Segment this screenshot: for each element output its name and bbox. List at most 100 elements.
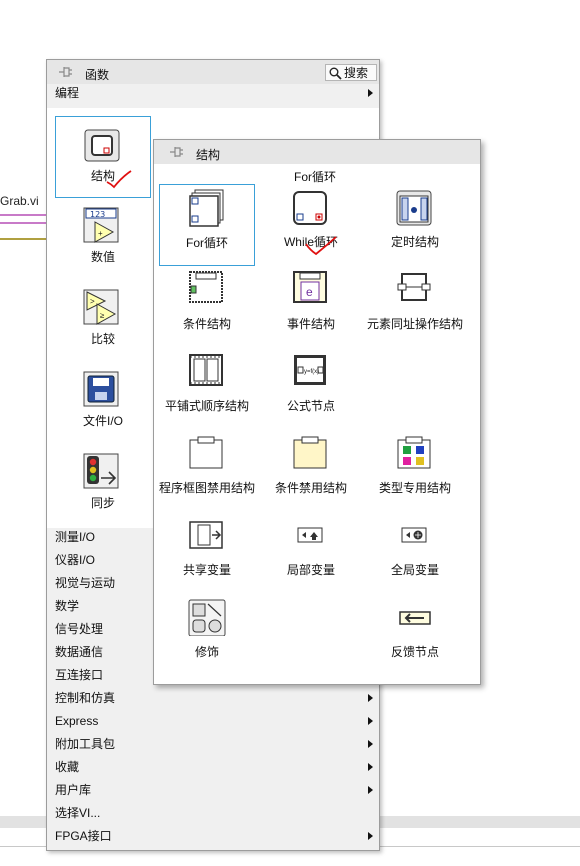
feedback-node-icon [399, 611, 431, 625]
category-label: 视觉与运动 [55, 576, 116, 590]
submenu-arrow-icon [368, 832, 373, 840]
item-label: For循环 [185, 236, 228, 250]
palette-item-synchronization[interactable]: 同步 [55, 444, 151, 526]
item-label: 定时结构 [390, 235, 439, 249]
item-label: 类型专用结构 [378, 481, 451, 495]
for-loop-icon [189, 189, 224, 227]
palette-item-numeric[interactable]: 123 + 数值 [55, 198, 151, 280]
item-label: 共享变量 [182, 563, 231, 577]
svg-text:+: + [98, 229, 103, 238]
event-structure-icon: e [293, 271, 327, 303]
category-label: 测量I/O [55, 530, 96, 544]
item-label: 平铺式顺序结构 [164, 399, 249, 413]
svg-text:>: > [90, 297, 95, 306]
item-label: 条件禁用结构 [274, 481, 347, 495]
wire [0, 222, 46, 224]
category-label: 仪器I/O [55, 553, 96, 567]
pin-icon[interactable] [57, 65, 73, 79]
category-label: 信号处理 [55, 622, 104, 636]
submenu-arrow-icon [368, 89, 373, 97]
structures-subpalette: 结构 For循环 For循环 While循环 定时结构 条件结构 e 事件结构 … [153, 139, 481, 685]
submenu-arrow-icon [368, 717, 373, 725]
comparison-icon: > ≥ [83, 289, 119, 325]
palette-item-label: 结构 [90, 169, 115, 183]
category-label: 收藏 [55, 760, 80, 774]
while-loop-icon [293, 191, 327, 225]
search-label: 搜索 [344, 66, 369, 80]
wire [0, 238, 46, 240]
vi-label: Grab.vi [0, 194, 39, 208]
palette-item-file-io[interactable]: 文件I/O [55, 362, 151, 444]
item-label: 条件结构 [182, 317, 231, 331]
submenu-arrow-icon [368, 763, 373, 771]
category-label: FPGA接口 [55, 829, 112, 843]
local-variable-icon [297, 527, 323, 543]
red-check-annotation [106, 170, 132, 189]
category-label: 数学 [55, 599, 80, 613]
category-item[interactable]: FPGA接口 [47, 825, 379, 847]
pin-icon[interactable] [168, 145, 184, 159]
timed-structure-icon [396, 190, 432, 226]
item-for-loop[interactable]: For循环 [159, 184, 255, 266]
palette-item-structures[interactable]: 结构 [55, 116, 151, 198]
category-label: 编程 [55, 86, 80, 100]
category-item[interactable]: 附加工具包 [47, 733, 379, 755]
category-label: 用户库 [55, 783, 92, 797]
svg-text:e: e [306, 285, 313, 299]
wire [0, 214, 46, 216]
subpalette-title: 结构 [196, 148, 221, 162]
svg-text:y=f(x): y=f(x) [304, 369, 319, 375]
item-label: 程序框图禁用结构 [158, 481, 255, 495]
type-specialization-icon [397, 436, 431, 469]
palette-item-label: 同步 [90, 496, 115, 510]
palette-title: 函数 [85, 68, 110, 82]
category-label: 控制和仿真 [55, 691, 116, 705]
palette-item-label: 文件I/O [82, 414, 123, 428]
conditional-disable-icon [293, 436, 327, 469]
svg-text:123: 123 [90, 210, 105, 219]
category-item[interactable]: 收藏 [47, 756, 379, 778]
in-place-element-icon [397, 273, 431, 301]
formula-node-icon: y=f(x) [294, 355, 326, 385]
category-label: 互连接口 [55, 668, 104, 682]
file-io-icon [83, 371, 119, 407]
decorations-icon [188, 599, 226, 636]
structures-icon [84, 129, 120, 162]
category-label: 数据通信 [55, 645, 104, 659]
tooltip: For循环 [294, 170, 337, 184]
palette-item-label: 数值 [90, 250, 115, 264]
palette-item-comparison[interactable]: > ≥ 比较 [55, 280, 151, 362]
item-label: 局部变量 [286, 563, 335, 577]
svg-text:≥: ≥ [100, 311, 105, 320]
shared-variable-icon [189, 521, 223, 549]
diagram-disable-icon [189, 436, 223, 469]
category-label: 附加工具包 [55, 737, 116, 751]
category-item[interactable]: 用户库 [47, 779, 379, 801]
item-label: 修饰 [194, 645, 219, 659]
palette-item-label: 比较 [90, 332, 115, 346]
search-button[interactable]: 搜索 [325, 64, 377, 81]
submenu-arrow-icon [368, 694, 373, 702]
flat-sequence-icon [189, 354, 223, 386]
subpalette-header: 结构 [154, 140, 480, 164]
item-label: 全局变量 [390, 563, 439, 577]
category-item[interactable]: 选择VI... [47, 802, 379, 824]
global-variable-icon [401, 527, 427, 543]
synchronization-icon [83, 453, 119, 489]
case-structure-icon [189, 271, 223, 303]
item-label: 公式节点 [286, 399, 335, 413]
red-check-annotation [305, 236, 337, 256]
palette-header: 函数 搜索 [47, 60, 379, 84]
item-label: 元素同址操作结构 [366, 317, 463, 331]
search-icon [329, 67, 342, 80]
submenu-arrow-icon [368, 740, 373, 748]
item-label: 反馈节点 [390, 645, 439, 659]
category-item[interactable]: Express [47, 710, 379, 732]
category-programming[interactable]: 编程 [47, 82, 379, 104]
item-label: 事件结构 [286, 317, 335, 331]
category-label: Express [55, 714, 99, 728]
category-item[interactable]: 控制和仿真 [47, 687, 379, 709]
numeric-icon: 123 + [83, 207, 119, 243]
category-label: 选择VI... [55, 806, 101, 820]
submenu-arrow-icon [368, 786, 373, 794]
